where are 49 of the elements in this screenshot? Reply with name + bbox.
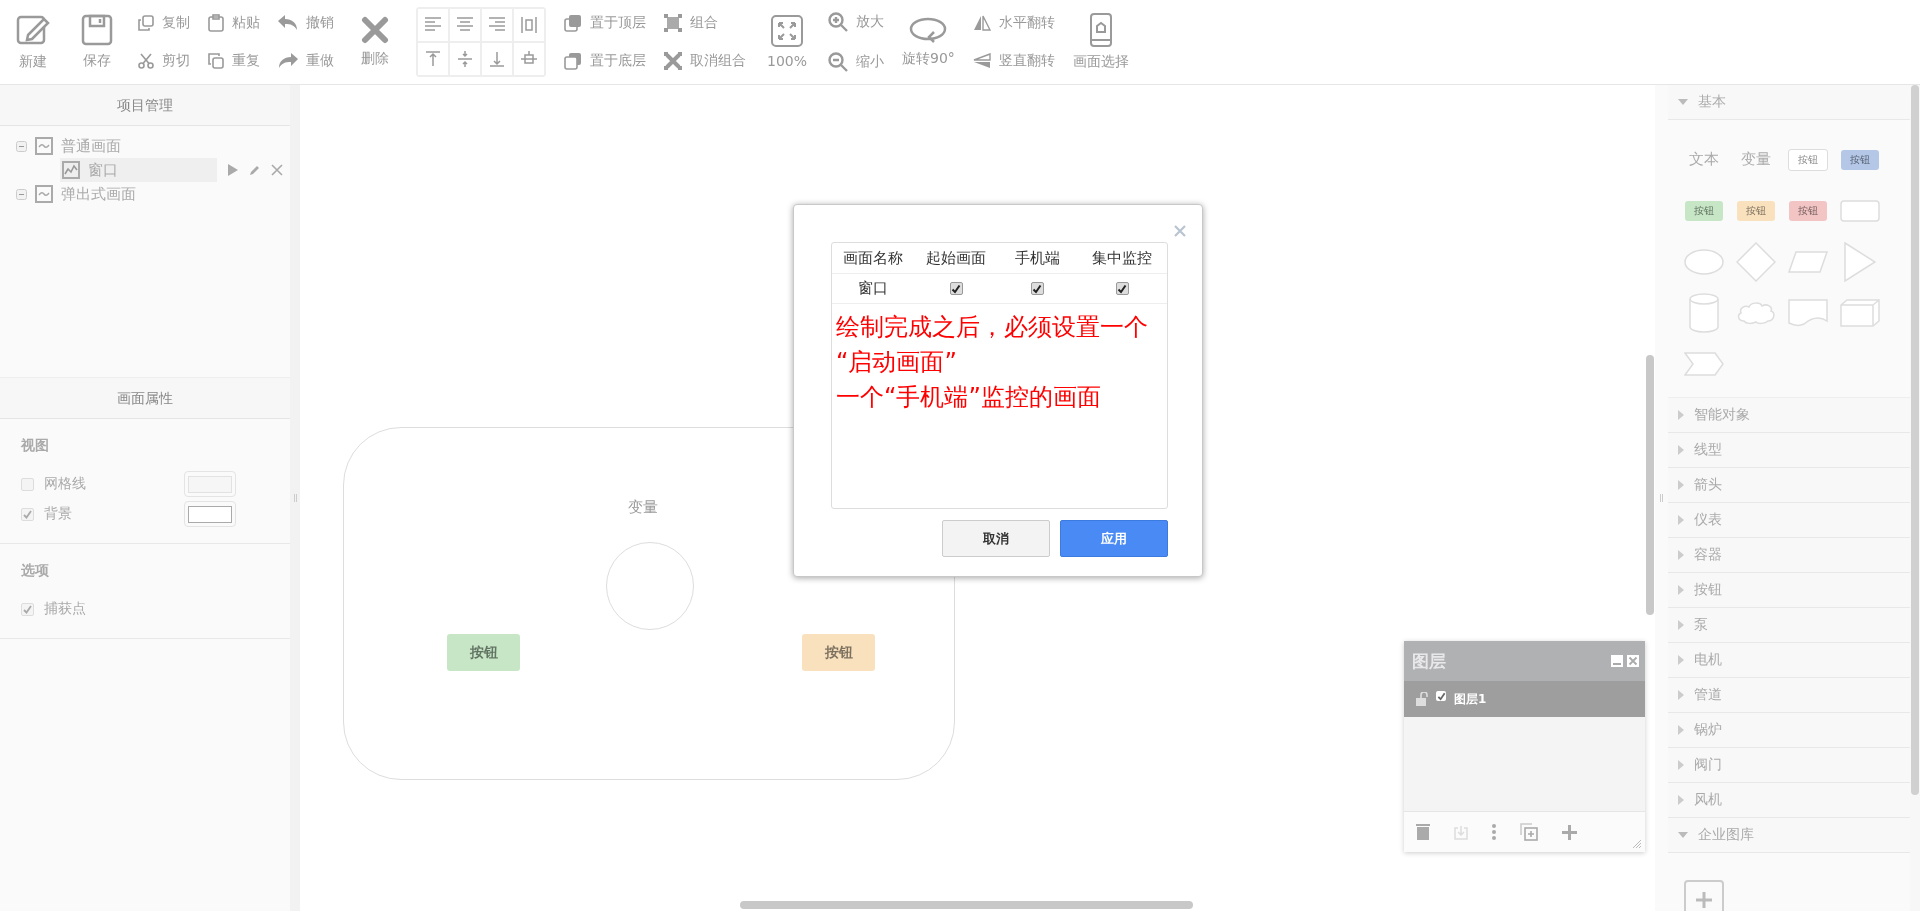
column-header: 手机端 <box>1013 248 1061 268</box>
screen-select-button[interactable]: 画面选择 <box>1072 13 1129 71</box>
rotate-button[interactable]: 旋转90° <box>902 16 955 68</box>
apply-button[interactable]: 应用 <box>1060 520 1168 557</box>
undo-button[interactable]: 撤销 <box>278 14 334 32</box>
button-tool[interactable]: 按钮 <box>1841 149 1879 170</box>
table-cell-text: 窗口 <box>857 279 889 298</box>
column-header: 集中监控 <box>1091 248 1153 268</box>
layer-row[interactable]: 图层1 <box>1404 681 1645 717</box>
text-label: 变量 <box>627 498 659 517</box>
save-button[interactable]: 保存 <box>74 14 120 70</box>
text-tool[interactable]: 变量 <box>1741 150 1771 169</box>
flip-horizontal-button[interactable]: 水平翻转 <box>972 14 1055 32</box>
section-title: 选项 <box>21 562 50 580</box>
paste-button[interactable]: 粘贴 <box>208 14 260 32</box>
option-label: 网格线 <box>44 475 87 493</box>
text-tool[interactable]: 文本 <box>1689 150 1719 169</box>
option-label: 背景 <box>44 505 73 523</box>
zoom-out-button[interactable]: 缩小 <box>828 52 884 72</box>
delete-button[interactable]: 删除 <box>352 16 398 68</box>
tree-item[interactable]: 普通画面 <box>61 136 121 156</box>
canvas-button[interactable]: 按钮 <box>447 634 520 671</box>
button-tool[interactable]: 按钮 <box>1788 148 1828 171</box>
layer-name: 图层1 <box>1454 690 1487 708</box>
zoom-in-button[interactable]: 放大 <box>828 12 884 32</box>
copy-button[interactable]: 复制 <box>138 14 190 32</box>
send-to-back-button[interactable]: 置于底层 <box>564 52 646 70</box>
new-button[interactable]: 新建 <box>10 13 56 71</box>
option-label: 捕获点 <box>44 600 87 618</box>
flip-vertical-button[interactable]: 竖直翻转 <box>972 52 1055 70</box>
zoom-reset-button[interactable]: 100% <box>764 15 810 69</box>
tree-item[interactable]: 窗口 <box>60 158 217 182</box>
section-title: 视图 <box>21 437 50 455</box>
button-tool[interactable]: 按钮 <box>1737 200 1775 221</box>
repeat-button[interactable]: 重复 <box>208 52 260 70</box>
button-tool[interactable]: 按钮 <box>1685 200 1723 221</box>
column-header: 起始画面 <box>925 248 987 268</box>
cancel-button[interactable]: 取消 <box>942 520 1050 557</box>
note-text: 绘制完成之后，必须设置一个 “启动画面” 一个“手机端”监控的画面 <box>835 312 1149 413</box>
ungroup-button[interactable]: 取消组合 <box>664 52 746 70</box>
panel-title: 图层 <box>1412 649 1447 673</box>
button-tool[interactable]: 按钮 <box>1789 200 1827 221</box>
canvas-button[interactable]: 按钮 <box>802 634 875 671</box>
group-button[interactable]: 组合 <box>664 14 746 32</box>
cut-button[interactable]: 剪切 <box>138 52 190 70</box>
redo-button[interactable]: 重做 <box>278 52 334 70</box>
bring-to-front-button[interactable]: 置于顶层 <box>564 14 646 32</box>
tree-item[interactable]: 弹出式画面 <box>61 184 136 204</box>
column-header: 画面名称 <box>842 248 904 268</box>
